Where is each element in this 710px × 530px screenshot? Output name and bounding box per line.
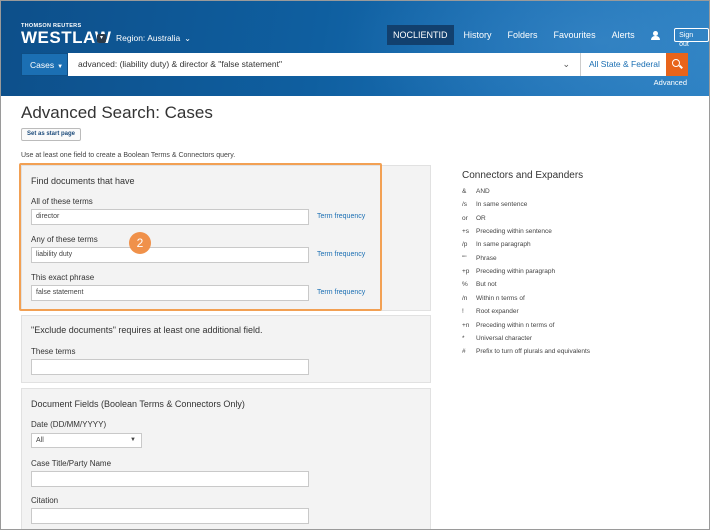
exclude-terms-field[interactable] [31,359,309,375]
brand-menu-caret-icon[interactable]: ▾ [97,34,106,43]
connector-symbol: * [462,334,465,342]
connector-description: Preceding within n terms of [476,321,555,329]
exclude-terms-label: These terms [31,347,76,356]
term-frequency-link-any[interactable]: Term frequency [317,251,365,258]
sign-out-button[interactable]: Sign out [674,28,709,48]
top-nav: NOCLIENTID History Folders Favourites Al… [387,25,709,48]
search-bar: Cases ▼ advanced: (liability duty) & dire… [21,53,688,76]
chevron-down-icon[interactable]: ⌄ [562,53,570,76]
connector-description: In same paragraph [476,241,531,249]
connector-row: /s In same sentence [462,201,527,208]
set-start-page-button[interactable]: Set as start page [21,128,82,141]
instructions-text: Use at least one field to create a Boole… [21,152,236,159]
connector-description: OR [476,214,486,222]
search-query-text: advanced: (liability duty) & director & … [78,59,282,69]
page-title: Advanced Search: Cases [21,103,213,122]
term-frequency-link-phrase[interactable]: Term frequency [317,289,365,296]
citation-field[interactable] [31,508,309,524]
date-select-value: All [36,437,44,444]
connector-symbol: +p [462,268,470,276]
connector-description: Prefix to turn off plurals and equivalen… [476,348,591,356]
jurisdiction-selector[interactable]: All State & Federal [580,53,666,76]
region-label: Region: Australia [116,33,181,43]
connector-symbol: /n [462,294,468,302]
exact-phrase-field[interactable]: false statement [31,285,309,301]
connector-row: # Prefix to turn off plurals and equivale… [462,348,590,355]
any-terms-field[interactable]: liability duty [31,247,309,263]
connector-description: Phrase [476,254,497,262]
connector-row: +s Preceding within sentence [462,228,552,235]
caret-down-icon: ▼ [130,437,136,443]
connector-symbol: % [462,281,468,289]
connector-row: +p Preceding within paragraph [462,268,555,275]
connector-description: AND [476,188,490,195]
exact-phrase-label: This exact phrase [31,273,95,282]
connector-symbol: +s [462,228,470,236]
connector-row: & AND [462,188,490,195]
nav-alerts[interactable]: Alerts [606,25,641,45]
all-terms-field[interactable]: director [31,209,309,225]
case-title-field[interactable] [31,471,309,487]
search-scope-dropdown[interactable]: Cases ▼ [21,53,68,76]
header-banner: THOMSON REUTERS WESTLAW ▾ Region: Austra… [1,1,709,96]
user-icon[interactable] [649,25,663,45]
connector-row: /p In same paragraph [462,241,531,248]
nav-history[interactable]: History [458,25,498,45]
connector-symbol: ! [462,308,464,316]
case-title-label: Case Title/Party Name [31,459,112,468]
connector-symbol: or [462,214,468,222]
chevron-down-icon: ⌄ [184,34,191,43]
connector-symbol: "" [462,254,467,262]
nav-client-id[interactable]: NOCLIENTID [387,25,454,45]
app-window: THOMSON REUTERS WESTLAW ▾ Region: Austra… [0,0,710,530]
connector-description: Preceding within sentence [476,228,552,236]
document-fields-title: Document Fields (Boolean Terms & Connect… [31,399,245,409]
connector-row: % But not [462,281,497,288]
any-terms-label: Any of these terms [31,235,98,244]
nav-folders[interactable]: Folders [502,25,544,45]
connector-row: ! Root expander [462,308,519,315]
connector-row: /n Within n terms of [462,295,525,302]
connector-description: But not [476,281,497,289]
connector-description: Root expander [476,308,519,316]
caret-down-icon: ▼ [57,64,64,70]
date-label: Date (DD/MM/YYYY) [31,420,107,429]
region-selector[interactable]: Region: Australia ⌄ [116,33,191,43]
connector-symbol: /s [462,201,468,209]
connector-symbol: & [462,188,467,195]
connector-symbol: # [462,348,466,356]
connector-row: +n Preceding within n terms of [462,322,554,329]
connector-row: or OR [462,215,486,222]
connector-symbol: +n [462,321,470,329]
citation-label: Citation [31,496,59,505]
connector-symbol: /p [462,241,468,249]
step-badge: 2 [129,232,151,254]
all-terms-label: All of these terms [31,197,93,206]
search-scope-label: Cases [30,60,55,70]
connector-description: Preceding within paragraph [476,268,556,276]
search-button[interactable] [666,53,688,76]
connector-description: Within n terms of [476,294,525,302]
connector-description: Universal character [476,334,532,342]
connector-row: "" Phrase [462,255,497,262]
search-input[interactable]: advanced: (liability duty) & director & … [68,53,580,76]
term-frequency-link-all[interactable]: Term frequency [317,213,365,220]
date-select[interactable]: All ▼ [31,433,142,448]
find-section-title: Find documents that have [31,176,135,186]
exclude-section-title: "Exclude documents" requires at least on… [31,325,263,335]
connector-description: In same sentence [476,201,528,209]
nav-favourites[interactable]: Favourites [548,25,602,45]
connector-row: * Universal character [462,335,532,342]
advanced-search-link[interactable]: Advanced [654,78,687,87]
connectors-title: Connectors and Expanders [462,170,584,181]
